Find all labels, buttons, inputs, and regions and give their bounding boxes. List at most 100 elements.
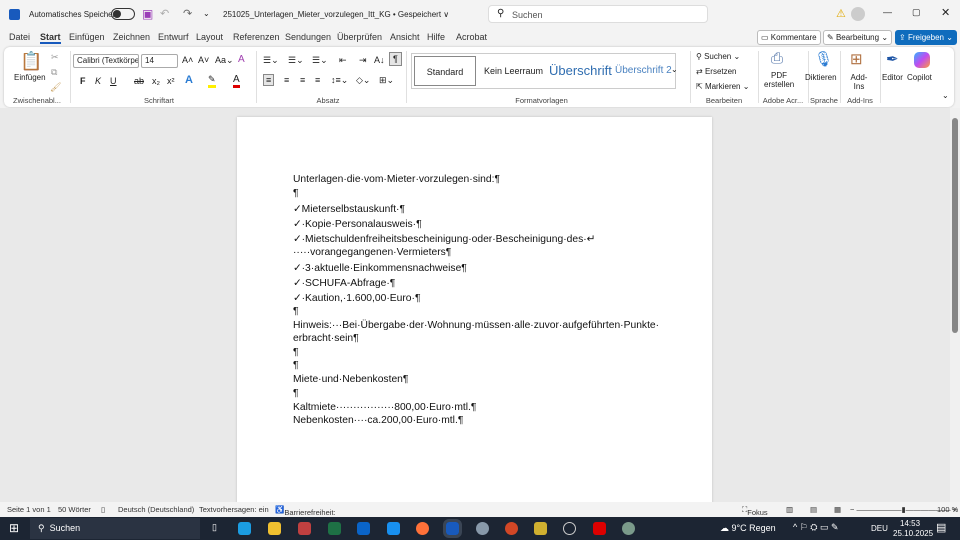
search-box[interactable]: ⚲ Suchen bbox=[488, 5, 708, 23]
font-name-select[interactable]: Calibri (Textkörpe bbox=[73, 54, 139, 68]
vertical-scrollbar[interactable] bbox=[950, 108, 960, 502]
taskbar-search[interactable]: ⚲ Suchen bbox=[30, 518, 200, 539]
create-pdf-button[interactable]: PDF erstellen bbox=[764, 71, 794, 89]
document-line[interactable]: ¶ bbox=[293, 388, 299, 399]
strikethrough-icon[interactable]: ab bbox=[134, 76, 144, 86]
highlight-icon[interactable]: ✎ bbox=[208, 74, 216, 88]
document-line[interactable]: ·····vorangegangenen·Vermieters¶ bbox=[293, 247, 451, 258]
restore-button[interactable]: ▢ bbox=[912, 7, 921, 18]
borders-icon[interactable]: ⊞⌄ bbox=[379, 75, 394, 86]
document-line[interactable]: ¶ bbox=[293, 188, 299, 199]
tab-entwurf[interactable]: Entwurf bbox=[158, 32, 189, 42]
document-line[interactable]: Miete·und·Nebenkosten¶ bbox=[293, 374, 408, 385]
read-mode-icon[interactable]: ▥ bbox=[786, 505, 793, 514]
align-center-icon[interactable]: ≡ bbox=[284, 75, 289, 85]
edge-icon[interactable] bbox=[238, 522, 251, 535]
accessibility-status[interactable]: ♿ Barrierefreiheit: Keine Probleme bbox=[275, 505, 336, 535]
autosave-toggle[interactable] bbox=[111, 8, 135, 20]
microphone-icon[interactable]: 🎙 bbox=[814, 50, 833, 68]
tab-start[interactable]: Start bbox=[40, 32, 61, 44]
document-line[interactable]: erbracht·sein¶ bbox=[293, 333, 359, 344]
editing-mode-button[interactable]: ✎ Bearbeitung ⌄ bbox=[823, 30, 893, 45]
weather-widget[interactable]: ☁ 9°C Regen bbox=[720, 523, 776, 534]
clear-format-icon[interactable]: A bbox=[238, 54, 245, 65]
notifications-icon[interactable]: ▤ bbox=[936, 521, 946, 534]
proofing-icon[interactable]: ▯ bbox=[101, 505, 105, 514]
style-heading-1[interactable]: Überschrift bbox=[549, 63, 612, 78]
bold-icon[interactable]: F bbox=[80, 76, 86, 86]
shading-icon[interactable]: ◇⌄ bbox=[356, 75, 370, 86]
tab-referenzen[interactable]: Referenzen bbox=[233, 32, 280, 42]
account-avatar[interactable] bbox=[851, 7, 865, 21]
tab-layout[interactable]: Layout bbox=[196, 32, 223, 42]
tab-ansicht[interactable]: Ansicht bbox=[390, 32, 420, 42]
document-line[interactable]: ✓Mieterselbstauskunft·¶ bbox=[293, 203, 405, 215]
language[interactable]: Deutsch (Deutschland) bbox=[118, 505, 194, 514]
excel-icon[interactable] bbox=[328, 522, 341, 535]
word-count[interactable]: 50 Wörter bbox=[58, 505, 91, 514]
outlook-icon[interactable] bbox=[357, 522, 370, 535]
align-right-icon[interactable]: ≡ bbox=[300, 75, 305, 85]
bullets-icon[interactable]: ☰⌄ bbox=[263, 55, 279, 66]
paste-icon[interactable]: 📋 bbox=[20, 51, 42, 72]
multilevel-list-icon[interactable]: ☰⌄ bbox=[312, 55, 328, 66]
document-page[interactable]: Unterlagen·die·vom·Mieter·vorzulegen·sin… bbox=[237, 117, 712, 517]
copilot-button[interactable]: Copilot bbox=[907, 73, 932, 82]
document-line[interactable]: Kaltmiete·················800,00·Euro·mt… bbox=[293, 402, 476, 413]
app-icon-2[interactable] bbox=[476, 522, 489, 535]
addins-button[interactable]: Add-Ins bbox=[848, 73, 870, 91]
shrink-font-icon[interactable]: A˅ bbox=[198, 55, 209, 65]
tab-sendungen[interactable]: Sendungen bbox=[285, 32, 331, 42]
justify-icon[interactable]: ≡ bbox=[315, 75, 320, 85]
document-line[interactable]: ✓·SCHUFA-Abfrage·¶ bbox=[293, 277, 395, 289]
collapse-ribbon-icon[interactable]: ⌄ bbox=[942, 91, 949, 100]
sort-icon[interactable]: A↓ bbox=[374, 55, 385, 65]
word-taskbar-icon[interactable] bbox=[443, 519, 462, 538]
tab-acrobat[interactable]: Acrobat bbox=[456, 32, 487, 42]
format-painter-icon[interactable]: 🖌 bbox=[50, 82, 61, 93]
document-line[interactable]: ✓·Kopie·Personalausweis·¶ bbox=[293, 218, 422, 230]
style-standard[interactable]: Standard bbox=[414, 56, 476, 86]
show-marks-button[interactable]: ¶ bbox=[389, 52, 402, 66]
warning-icon[interactable]: ⚠ bbox=[836, 7, 846, 20]
document-line[interactable]: ¶ bbox=[293, 347, 299, 358]
close-button[interactable]: ✕ bbox=[941, 6, 950, 19]
replace-button[interactable]: ⇄ Ersetzen bbox=[696, 67, 737, 76]
tab-ueberpruefen[interactable]: Überprüfen bbox=[337, 32, 382, 42]
document-line[interactable]: ✓·Kaution,·1.600,00·Euro·¶ bbox=[293, 292, 421, 304]
line-spacing-icon[interactable]: ↕≡⌄ bbox=[331, 75, 348, 86]
app-icon-4[interactable] bbox=[622, 522, 635, 535]
document-line[interactable]: Unterlagen·die·vom·Mieter·vorzulegen·sin… bbox=[293, 174, 500, 185]
copy-icon[interactable]: ⧉ bbox=[51, 67, 57, 78]
document-line[interactable]: ✓·Mietschuldenfreiheitsbescheinigung·ode… bbox=[293, 233, 595, 245]
text-predictions[interactable]: Textvorhersagen: ein bbox=[199, 505, 269, 514]
text-effects-icon[interactable]: A bbox=[185, 74, 193, 86]
change-case-icon[interactable]: Aa⌄ bbox=[215, 55, 234, 66]
superscript-icon[interactable]: x² bbox=[167, 76, 175, 86]
cut-icon[interactable]: ✂ bbox=[51, 52, 59, 63]
numbering-icon[interactable]: ☰⌄ bbox=[288, 55, 304, 66]
minimize-button[interactable]: — bbox=[883, 7, 892, 17]
tray-icons[interactable]: ^ ⚐ ⛭ ▭ ✎ bbox=[793, 522, 839, 533]
copilot-icon[interactable] bbox=[914, 52, 930, 68]
task-view-icon[interactable]: ▯ bbox=[212, 522, 217, 533]
clock-date[interactable]: 25.10.2025 bbox=[893, 529, 933, 538]
select-button[interactable]: ⇱ Markieren ⌄ bbox=[696, 82, 749, 91]
start-icon[interactable]: ⊞ bbox=[9, 521, 19, 535]
comments-button[interactable]: ▭ Kommentare bbox=[757, 30, 821, 45]
tab-einfuegen[interactable]: Einfügen bbox=[69, 32, 105, 42]
document-line[interactable]: ✓·3·aktuelle·Einkommensnachweise¶ bbox=[293, 262, 467, 274]
paste-button[interactable]: Einfügen bbox=[14, 73, 46, 82]
pdf-icon[interactable]: ⎙ bbox=[771, 50, 783, 67]
input-language[interactable]: DEU bbox=[871, 524, 888, 533]
document-line[interactable]: ¶ bbox=[293, 306, 299, 317]
font-color-icon[interactable]: A bbox=[233, 74, 240, 88]
app-icon-3[interactable] bbox=[534, 522, 547, 535]
web-layout-icon[interactable]: ▦ bbox=[834, 505, 841, 514]
scrollbar-thumb[interactable] bbox=[952, 118, 958, 333]
underline-icon[interactable]: U bbox=[110, 76, 117, 86]
firefox-icon[interactable] bbox=[416, 522, 429, 535]
powerpoint-icon[interactable] bbox=[505, 522, 518, 535]
align-left-icon[interactable]: ≡ bbox=[263, 74, 275, 86]
decrease-indent-icon[interactable]: ⇤ bbox=[339, 55, 347, 66]
